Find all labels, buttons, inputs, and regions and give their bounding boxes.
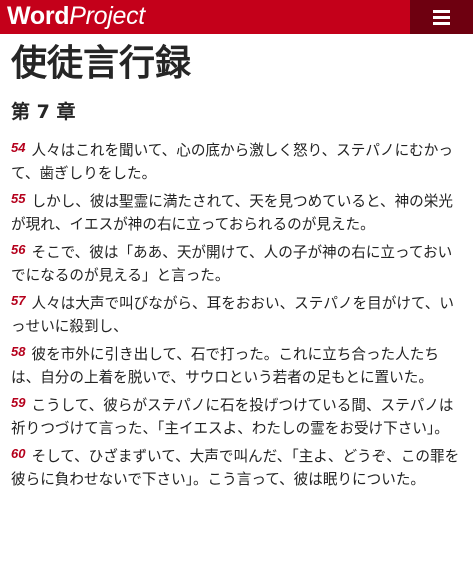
logo-project-text: Project — [69, 2, 145, 30]
menu-button[interactable] — [410, 0, 473, 34]
verse-text: 人々はこれを聞いて、心の底から激しく怒り、ステパノにむかって、歯ぎしりをした。 — [11, 142, 453, 182]
top-navigation-bar: WordProject — [0, 0, 473, 34]
hamburger-menu-icon — [433, 10, 450, 13]
verse-text: 人々は大声で叫びながら、耳をおおい、ステパノを目がけて、いっせいに殺到し、 — [11, 295, 454, 335]
logo-word-text: Word — [7, 2, 70, 30]
verse-54: 54 人々はこれを聞いて、心の底から激しく怒り、ステパノにむかって、歯ぎしりをした… — [11, 137, 466, 185]
verse-number[interactable]: 56 — [11, 239, 25, 262]
verse-59: 59 こうして、彼らがステパノに石を投げつけている間、ステパノは祈りつづけて言った… — [11, 392, 466, 440]
verse-55: 55 しかし、彼は聖霊に満たされて、天を見つめていると、神の栄光が現れ、イエスが神… — [11, 188, 466, 236]
hamburger-menu-icon-bar — [433, 22, 450, 25]
verse-text: 彼を市外に引き出して、石で打った。これに立ち合った人たちは、自分の上着を脱いで、… — [11, 346, 439, 386]
verse-text: そこで、彼は「ああ、天が開けて、人の子が神の右に立っておいでになるのが見える」と… — [11, 244, 453, 284]
verse-text: こうして、彼らがステパノに石を投げつけている間、ステパノは祈りつづけて言った、「… — [11, 397, 454, 437]
hamburger-menu-icon-bar — [433, 16, 450, 19]
verse-number[interactable]: 55 — [11, 188, 25, 211]
verse-56: 56 そこで、彼は「ああ、天が開けて、人の子が神の右に立っておいでになるのが見える… — [11, 239, 466, 287]
verse-60: 60 そして、ひざまずいて、大声で叫んだ、「主よ、どうぞ、この罪を彼らに負わせない… — [11, 443, 466, 491]
book-title: 使徒言行録 — [11, 43, 192, 84]
verse-number[interactable]: 59 — [11, 392, 25, 415]
verse-list: 54 人々はこれを聞いて、心の底から激しく怒り、ステパノにむかって、歯ぎしりをした… — [11, 137, 466, 494]
verse-number[interactable]: 58 — [11, 341, 25, 364]
verse-57: 57 人々は大声で叫びながら、耳をおおい、ステパノを目がけて、いっせいに殺到し、 — [11, 290, 466, 338]
verse-number[interactable]: 60 — [11, 443, 25, 466]
wordproject-logo[interactable]: WordProject — [7, 1, 145, 31]
verse-58: 58 彼を市外に引き出して、石で打った。これに立ち合った人たちは、自分の上着を脱い… — [11, 341, 466, 389]
verse-number[interactable]: 57 — [11, 290, 25, 313]
verse-text: そして、ひざまずいて、大声で叫んだ、「主よ、どうぞ、この罪を彼らに負わせないで下… — [11, 448, 460, 488]
chapter-title: 第 7 章 — [11, 101, 76, 123]
verse-number[interactable]: 54 — [11, 137, 25, 160]
verse-text: しかし、彼は聖霊に満たされて、天を見つめていると、神の栄光が現れ、イエスが神の右… — [11, 193, 453, 233]
